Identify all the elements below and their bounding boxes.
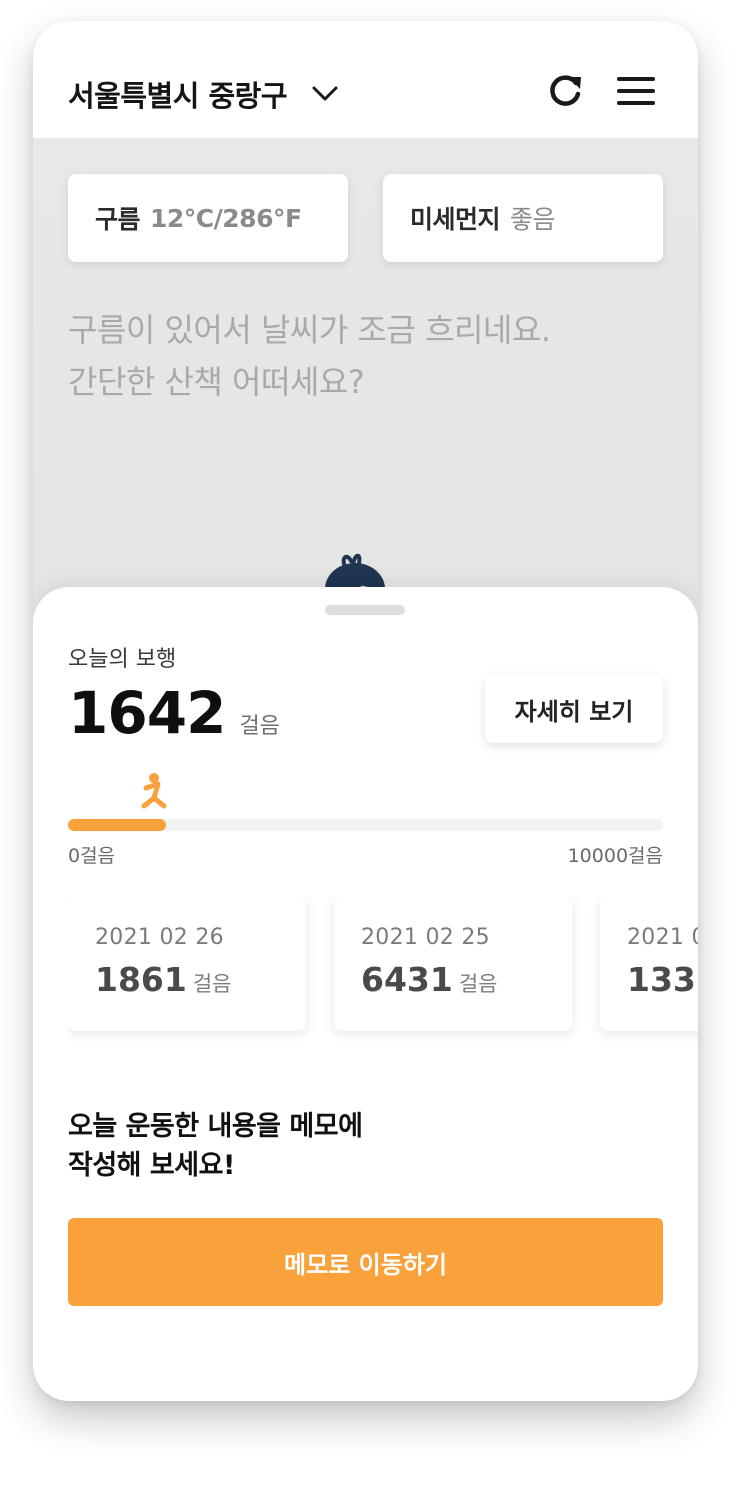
today-steps-unit: 걸음: [239, 714, 280, 739]
hamburger-menu-icon[interactable]: [616, 76, 656, 106]
dust-label: 미세먼지: [410, 205, 501, 234]
go-to-memo-button[interactable]: 메모로 이동하기: [68, 1218, 663, 1306]
weather-chip: 구름 12°C/286°F: [68, 174, 348, 262]
history-date: 2021 02 24: [627, 925, 698, 950]
today-walk-label: 오늘의 보행: [68, 647, 177, 672]
history-steps: 1861: [95, 960, 187, 999]
progress-max-label: 10000걸음: [567, 845, 663, 867]
app-screen: 서울특별시 중랑구 구름 12°C/286°F 미세먼지 좋음 구름이 있어서 …: [33, 21, 698, 1401]
history-date: 2021 02 25: [361, 925, 490, 950]
history-card[interactable]: 2021 02 24 1331 걸음: [600, 897, 698, 1031]
location-label: 서울특별시 중랑구: [68, 79, 288, 113]
memo-prompt-line1: 오늘 운동한 내용을 메모에: [68, 1111, 363, 1142]
weather-temperature: 12°C/286°F: [150, 203, 302, 233]
weather-condition: 구름: [95, 205, 141, 234]
step-progress-track: [68, 819, 663, 831]
dust-chip: 미세먼지 좋음: [383, 174, 663, 262]
progress-min-label: 0걸음: [68, 845, 116, 867]
history-unit: 걸음: [192, 972, 232, 996]
sheet-drag-handle[interactable]: [325, 605, 405, 615]
history-card[interactable]: 2021 02 25 6431 걸음: [334, 897, 572, 1031]
today-steps-number: 1642: [68, 679, 226, 747]
bottom-sheet: 오늘의 보행 1642 걸음 자세히 보기 0걸음 10000걸음 2021 0…: [33, 587, 698, 1401]
history-card[interactable]: 2021 02 26 1861 걸음: [68, 897, 306, 1031]
location-selector[interactable]: 서울특별시 중랑구: [68, 73, 339, 115]
runner-marker-icon: [141, 773, 167, 809]
top-bar: 서울특별시 중랑구: [33, 21, 698, 138]
chevron-down-icon: [312, 86, 338, 101]
view-details-button[interactable]: 자세히 보기: [485, 675, 663, 743]
weather-message: 구름이 있어서 날씨가 조금 흐리네요. 간단한 산책 어떠세요?: [68, 304, 551, 408]
weather-message-line2: 간단한 산책 어떠세요?: [68, 363, 365, 401]
history-steps: 1331: [627, 960, 698, 999]
history-unit: 걸음: [458, 972, 498, 996]
weather-message-line1: 구름이 있어서 날씨가 조금 흐리네요.: [68, 311, 551, 349]
today-step-count: 1642 걸음: [68, 679, 280, 747]
memo-prompt: 오늘 운동한 내용을 메모에 작성해 보세요!: [68, 1107, 363, 1185]
history-steps: 6431: [361, 960, 453, 999]
step-history-carousel[interactable]: 2021 02 26 1861 걸음 2021 02 25 6431 걸음 20…: [68, 897, 698, 1047]
memo-prompt-line2: 작성해 보세요!: [68, 1150, 235, 1181]
step-progress-fill: [68, 819, 166, 831]
dust-value: 좋음: [510, 205, 556, 234]
history-date: 2021 02 26: [95, 925, 224, 950]
refresh-icon[interactable]: [547, 73, 583, 109]
